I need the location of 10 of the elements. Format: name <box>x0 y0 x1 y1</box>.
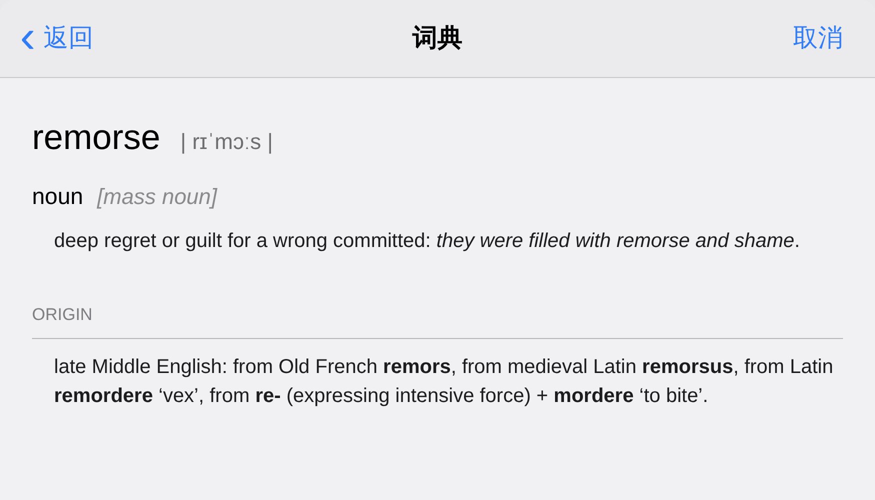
definition-text: deep regret or guilt for a wrong committed: they were filled with remorse and shame. <box>54 229 801 254</box>
headword: remorse <box>32 117 160 159</box>
back-label: 返回 <box>43 22 94 54</box>
section-heading: ORIGIN <box>32 304 94 326</box>
part-of-speech: noun <box>32 182 84 210</box>
pronunciation: | rɪˈmɔːs | <box>180 128 273 156</box>
cancel-button[interactable]: 取消 <box>735 20 855 58</box>
grammar-label: [mass noun] <box>97 182 218 211</box>
window-title: 词典 <box>412 22 462 54</box>
origin-text: late Middle English: from Old French remors, from medieval Latin remorsus, from Latin remordere ‘vex’, from re- (expressing intensive force) + mordere ‘to bite’. <box>54 354 834 408</box>
